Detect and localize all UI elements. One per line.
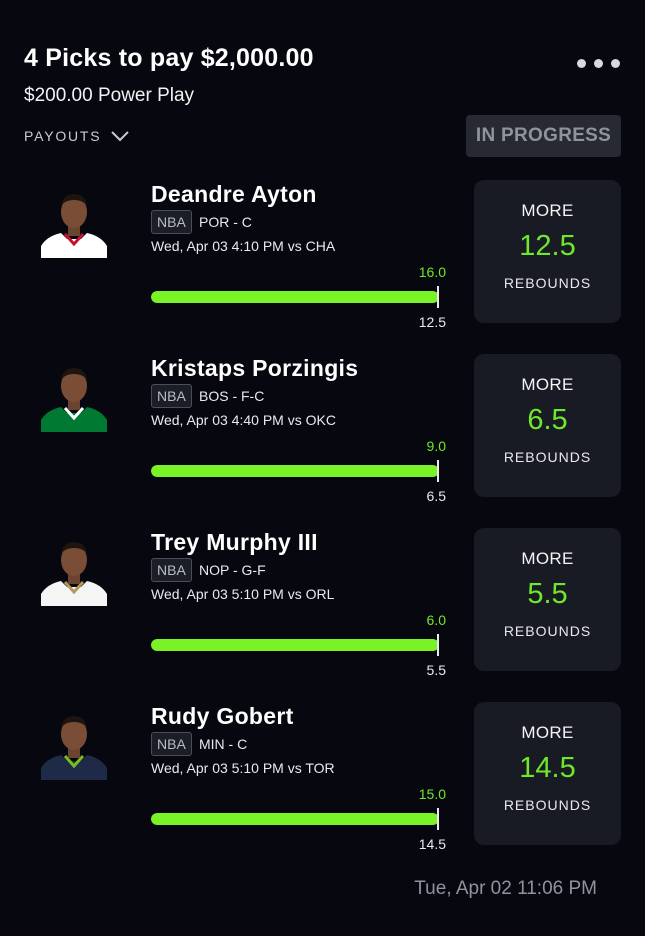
payouts-toggle[interactable]: PAYOUTS — [24, 126, 130, 146]
player-name: Trey Murphy III — [151, 529, 318, 555]
entry-title: 4 Picks to pay $2,000.00 — [24, 44, 314, 72]
projection-value: 5.5 — [527, 578, 568, 610]
team-position: MIN - C — [199, 736, 248, 752]
game-time: Wed, Apr 03 5:10 PM vs TOR — [151, 760, 335, 776]
projection-card[interactable]: MORE 5.5 REBOUNDS — [474, 528, 621, 671]
progress-bar-fill — [151, 813, 439, 825]
line-marker — [437, 808, 439, 830]
player-avatar — [37, 358, 111, 432]
player-name: Kristaps Porzingis — [151, 355, 359, 381]
game-time: Wed, Apr 03 5:10 PM vs ORL — [151, 586, 335, 602]
more-horizontal-icon — [576, 58, 586, 68]
player-avatar — [37, 184, 111, 258]
line-marker — [437, 286, 439, 308]
projection-stat: REBOUNDS — [503, 449, 592, 465]
progress-bar — [151, 639, 439, 651]
projection-card[interactable]: MORE 14.5 REBOUNDS — [474, 702, 621, 845]
payouts-label: PAYOUTS — [24, 128, 102, 144]
line-value: 5.5 — [426, 662, 446, 678]
actual-stat-value: 16.0 — [418, 264, 446, 280]
status-badge: IN PROGRESS — [466, 115, 621, 157]
team-position: POR - C — [199, 214, 252, 230]
projection-stat: REBOUNDS — [503, 623, 592, 639]
projection-direction: MORE — [521, 723, 574, 742]
progress-bar-fill — [151, 639, 439, 651]
projection-direction: MORE — [521, 375, 574, 394]
team-position: NOP - G-F — [199, 562, 266, 578]
entry-subtitle: $200.00 Power Play — [24, 85, 195, 106]
line-value: 6.5 — [426, 488, 446, 504]
pick-row[interactable]: Kristaps Porzingis NBA BOS - F-C Wed, Ap… — [0, 354, 645, 529]
pick-row[interactable]: Trey Murphy III NBA NOP - G-F Wed, Apr 0… — [0, 528, 645, 703]
game-time: Wed, Apr 03 4:40 PM vs OKC — [151, 412, 336, 428]
actual-stat-value: 9.0 — [426, 438, 446, 454]
more-options-button[interactable] — [572, 54, 624, 72]
projection-value: 6.5 — [527, 404, 568, 436]
game-time: Wed, Apr 03 4:10 PM vs CHA — [151, 238, 336, 254]
chevron-down-icon — [111, 130, 130, 141]
player-avatar — [37, 706, 111, 780]
line-marker — [437, 634, 439, 656]
league-badge: NBA — [151, 558, 192, 582]
line-marker — [437, 460, 439, 482]
player-avatar — [37, 532, 111, 606]
projection-value: 12.5 — [519, 230, 576, 262]
league-badge: NBA — [151, 732, 192, 756]
pick-row[interactable]: Rudy Gobert NBA MIN - C Wed, Apr 03 5:10… — [0, 702, 645, 877]
projection-stat: REBOUNDS — [503, 797, 592, 813]
progress-bar — [151, 813, 439, 825]
pick-row[interactable]: Deandre Ayton NBA POR - C Wed, Apr 03 4:… — [0, 180, 645, 355]
progress-bar-fill — [151, 465, 439, 477]
projection-card[interactable]: MORE 6.5 REBOUNDS — [474, 354, 621, 497]
progress-bar-fill — [151, 291, 439, 303]
projection-direction: MORE — [521, 201, 574, 220]
player-name: Deandre Ayton — [151, 181, 317, 207]
line-value: 12.5 — [418, 314, 446, 330]
actual-stat-value: 6.0 — [426, 612, 446, 628]
league-badge: NBA — [151, 384, 192, 408]
team-position: BOS - F-C — [199, 388, 265, 404]
progress-bar — [151, 291, 439, 303]
league-badge: NBA — [151, 210, 192, 234]
projection-stat: REBOUNDS — [503, 275, 592, 291]
actual-stat-value: 15.0 — [418, 786, 446, 802]
line-value: 14.5 — [418, 836, 446, 852]
more-horizontal-icon — [593, 58, 603, 68]
entry-detail-screen: 4 Picks to pay $2,000.00 $200.00 Power P… — [0, 0, 645, 936]
projection-value: 14.5 — [519, 752, 576, 784]
projection-direction: MORE — [521, 549, 574, 568]
more-horizontal-icon — [610, 58, 620, 68]
entry-timestamp: Tue, Apr 02 11:06 PM — [414, 878, 597, 899]
progress-bar — [151, 465, 439, 477]
projection-card[interactable]: MORE 12.5 REBOUNDS — [474, 180, 621, 323]
player-name: Rudy Gobert — [151, 703, 294, 729]
